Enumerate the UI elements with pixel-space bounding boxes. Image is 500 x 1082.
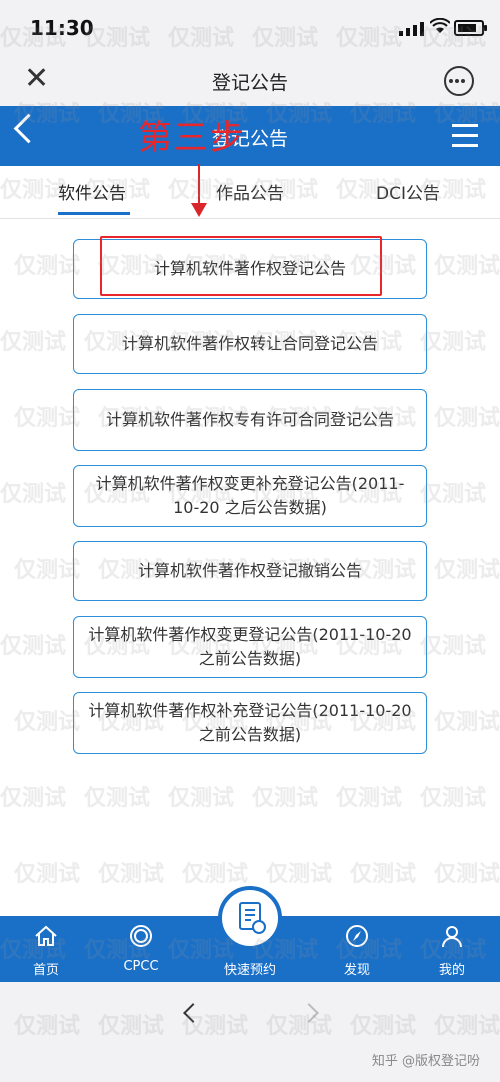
more-options-icon[interactable] [444,66,474,96]
cpcc-icon [130,925,152,947]
annotation-arrow [198,164,200,208]
hamburger-icon[interactable] [452,124,478,154]
tab-software[interactable]: 软件公告 [58,179,126,204]
nav-cpcc[interactable]: CPCC [101,916,181,982]
tab-works[interactable]: 作品公告 [216,179,284,204]
nav-home-label: 首页 [32,963,59,978]
cellular-signal-icon [399,22,424,36]
announcement-item-supplement-before[interactable]: 计算机软件著作权补充登记公告(2011-10-20 之前公告数据) [73,692,427,754]
nav-discover-label: 发现 [343,963,370,978]
announcement-item-change-before[interactable]: 计算机软件著作权变更登记公告(2011-10-20 之前公告数据) [73,616,427,678]
annotation-highlight-box [100,236,382,296]
nav-discover[interactable]: 发现 [317,916,397,982]
source-credit: 知乎 @版权登记吩 [371,1054,480,1069]
tab-bar: 软件公告 作品公告 DCI公告 [0,166,500,219]
tab-dci[interactable]: DCI公告 [376,179,440,204]
home-icon [35,925,57,946]
status-time: 11:30 [30,16,94,40]
compass-icon [346,925,368,947]
nav-mine[interactable]: 我的 [412,916,492,982]
nav-quick-label: 快速预约 [223,963,276,978]
page-title: 登记公告 [211,128,288,150]
webview-title: 登记公告 [211,72,288,94]
user-icon [442,926,462,948]
quick-appointment-button[interactable] [218,886,282,950]
announcement-item-revocation[interactable]: 计算机软件著作权登记撤销公告 [73,541,427,601]
announcement-item-transfer[interactable]: 计算机软件著作权转让合同登记公告 [73,314,427,374]
webview-header: ✕ 登记公告 [0,56,500,106]
annotation-step-label: 第三步 [138,118,246,158]
nav-cpcc-label: CPCC [123,959,159,974]
annotation-arrow-head [191,203,207,217]
announcement-item-change-after[interactable]: 计算机软件著作权变更补充登记公告(2011-10-20 之后公告数据) [73,465,427,527]
status-bar: 11:30 [0,0,500,56]
clock-icon [252,920,266,934]
app-header: 登记公告 [0,106,500,166]
nav-mine-label: 我的 [438,963,465,978]
battery-icon [454,20,487,36]
browser-forward-icon[interactable] [299,1003,319,1023]
active-tab-indicator [58,212,130,215]
wifi-icon [430,18,450,33]
announcement-item-exclusive-license[interactable]: 计算机软件著作权专有许可合同登记公告 [73,389,427,451]
nav-home[interactable]: 首页 [6,916,86,982]
browser-back-icon[interactable] [183,1003,203,1023]
